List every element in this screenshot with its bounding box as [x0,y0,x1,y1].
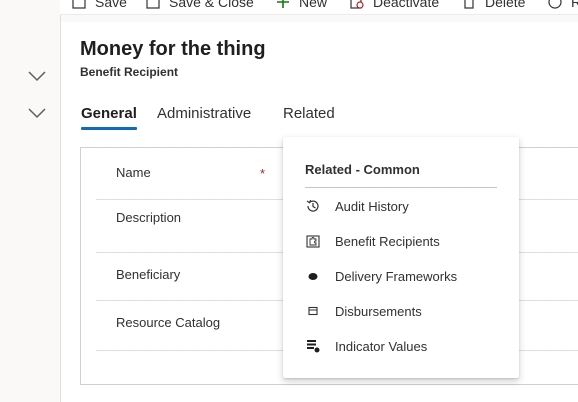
new-button[interactable]: New [276,0,327,12]
related-flyout-menu: Related - Common Audit History Benefit R… [283,137,519,378]
left-nav [0,0,61,402]
save-close-label: Save & Close [169,0,254,10]
tab-related[interactable]: Related [283,105,335,122]
puzzle-icon [305,233,321,249]
new-label: New [299,0,328,10]
menu-item-disbursements[interactable]: Disbursements [283,296,519,326]
page-title: Money for the thing [80,38,266,60]
refresh-button[interactable]: R [548,0,578,12]
menu-divider [305,187,497,188]
required-indicator: * [260,166,266,181]
plus-icon [276,0,290,9]
delete-button[interactable]: Delete [462,0,525,12]
refresh-label: R [571,0,578,10]
save-close-button[interactable]: Save & Close [146,0,254,12]
tab-administrative[interactable]: Administrative [157,105,251,122]
menu-item-label: Audit History [335,198,409,214]
menu-item-indicator-values[interactable]: Indicator Values [283,331,519,361]
menu-item-audit-history[interactable]: Audit History [283,191,519,221]
refresh-icon [548,0,562,9]
blob-icon [305,268,321,284]
save-icon [72,0,86,9]
deactivate-button[interactable]: Deactivate [350,0,439,12]
deactivate-icon [350,0,364,9]
delete-label: Delete [485,0,526,10]
active-tab-indicator [81,127,137,130]
indicator-icon [305,338,321,354]
chevron-down-icon[interactable] [28,70,46,82]
beneficiary-label: Beneficiary [116,267,181,282]
name-label: Name [116,165,151,180]
deactivate-label: Deactivate [373,0,440,10]
menu-item-label: Benefit Recipients [335,233,440,249]
box-icon [305,303,321,319]
save-label: Save [95,0,127,10]
trash-icon [462,0,476,9]
description-label: Description [116,210,182,225]
menu-item-label: Delivery Frameworks [335,268,458,284]
menu-item-label: Disbursements [335,303,422,319]
chevron-down-icon[interactable] [28,107,46,119]
menu-item-benefit-recipients[interactable]: Benefit Recipients [283,226,519,256]
entity-name: Benefit Recipient [80,65,179,79]
tab-general[interactable]: General [81,105,137,122]
history-icon [305,198,321,214]
save-close-icon [146,0,160,9]
menu-item-label: Indicator Values [335,338,428,354]
resource-catalog-label: Resource Catalog [116,315,221,330]
menu-item-delivery-frameworks[interactable]: Delivery Frameworks [283,261,519,291]
save-button[interactable]: Save [72,0,127,12]
related-menu-header: Related - Common [305,162,420,177]
